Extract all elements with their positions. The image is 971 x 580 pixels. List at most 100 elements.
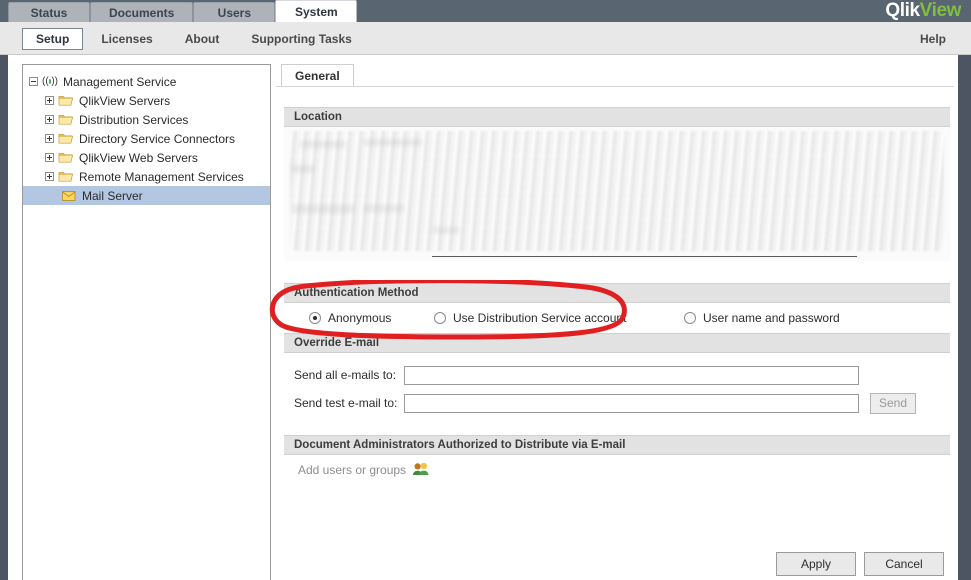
tab-general-label: General <box>295 68 340 83</box>
radio-use-distribution-service-account[interactable]: Use Distribution Service account <box>434 311 684 325</box>
send-all-emails-input[interactable] <box>404 365 859 385</box>
tab-documents-label: Documents <box>109 5 175 20</box>
subnav-item-supporting-tasks[interactable]: Supporting Tasks <box>237 28 365 50</box>
tab-system[interactable]: System <box>275 0 358 22</box>
tree-node-label: Management Service <box>63 74 177 89</box>
tree-node-label: Remote Management Services <box>79 169 244 184</box>
tab-documents[interactable]: Documents <box>90 2 194 22</box>
primary-tab-bar: Status Documents Users System QlikView <box>0 0 971 22</box>
tree-node-qlikview-servers[interactable]: QlikView Servers <box>23 91 270 110</box>
redacted-ghost-text <box>292 205 354 213</box>
send-all-emails-label: Send all e-mails to: <box>294 368 397 382</box>
override-email-title: Override E-mail <box>294 337 380 349</box>
redacted-ghost-text <box>364 205 404 212</box>
redacted-blur-overlay <box>290 131 944 251</box>
location-section-body-redacted <box>284 127 950 261</box>
send-test-email-row: Send test e-mail to: Send <box>284 389 950 417</box>
override-email-header: Override E-mail <box>284 333 950 353</box>
primary-tabs: Status Documents Users System <box>8 0 358 22</box>
location-section: Location <box>284 107 950 261</box>
subnav-item-about[interactable]: About <box>171 28 234 50</box>
document-administrators-section: Document Administrators Authorized to Di… <box>284 435 950 485</box>
radio-button-icon[interactable] <box>309 312 321 324</box>
radio-distribution-label: Use Distribution Service account <box>453 311 627 325</box>
tab-users[interactable]: Users <box>193 2 276 22</box>
send-test-email-input[interactable] <box>404 393 859 413</box>
tree-node-label: Directory Service Connectors <box>79 131 236 146</box>
tree-node-label: Mail Server <box>82 188 143 203</box>
redacted-ghost-text <box>292 165 314 173</box>
expand-toggle-icon[interactable] <box>45 172 54 181</box>
send-all-emails-row: Send all e-mails to: <box>284 361 950 389</box>
right-rail <box>958 55 971 580</box>
authentication-method-title: Authentication Method <box>294 287 419 299</box>
subnav-supporting-tasks-label: Supporting Tasks <box>251 32 352 46</box>
secondary-nav-items: Setup Licenses About Supporting Tasks <box>22 27 366 51</box>
override-email-section: Override E-mail Send all e-mails to: Sen… <box>284 333 950 427</box>
tab-status[interactable]: Status <box>8 2 90 22</box>
expand-toggle-icon[interactable] <box>45 96 54 105</box>
add-users-or-groups-row[interactable]: Add users or groups <box>284 455 950 485</box>
document-administrators-header: Document Administrators Authorized to Di… <box>284 435 950 455</box>
radio-button-icon[interactable] <box>434 312 446 324</box>
tree-node-label: QlikView Servers <box>79 93 171 108</box>
radio-username-password-label: User name and password <box>703 311 840 325</box>
folder-icon <box>58 132 74 145</box>
tree-node-remote-management-services[interactable]: Remote Management Services <box>23 167 270 186</box>
redacted-ghost-text <box>364 139 422 146</box>
left-rail <box>0 55 8 580</box>
send-button[interactable]: Send <box>870 392 916 414</box>
collapse-toggle-icon[interactable] <box>29 77 38 86</box>
qlikview-management-console: Status Documents Users System QlikView S… <box>0 0 971 580</box>
tree-node-management-service[interactable]: (()) Management Service <box>23 72 270 91</box>
radio-button-icon[interactable] <box>684 312 696 324</box>
redacted-ghost-text <box>432 227 460 233</box>
folder-icon <box>58 94 74 107</box>
apply-button[interactable]: Apply <box>776 552 856 576</box>
location-title: Location <box>294 111 342 123</box>
redacted-ghost-text <box>300 141 346 148</box>
expand-toggle-icon[interactable] <box>45 115 54 124</box>
logo-qlik-text: Qlik <box>885 0 920 21</box>
radio-user-name-and-password[interactable]: User name and password <box>684 311 840 325</box>
expand-toggle-icon[interactable] <box>45 153 54 162</box>
logo-view-text: View <box>919 0 962 21</box>
folder-icon <box>58 151 74 164</box>
tab-general[interactable]: General <box>281 64 354 86</box>
tab-underline <box>276 86 954 87</box>
tree-node-label: Distribution Services <box>79 112 189 127</box>
main-content-panel: General Location Authentication Method A… <box>276 64 954 580</box>
subnav-item-setup[interactable]: Setup <box>22 28 84 50</box>
tab-status-label: Status <box>30 5 68 20</box>
cancel-button[interactable]: Cancel <box>864 552 944 576</box>
envelope-icon <box>61 189 77 202</box>
location-field-underline <box>432 256 857 257</box>
send-test-email-label: Send test e-mail to: <box>294 396 398 410</box>
location-section-header: Location <box>284 107 950 127</box>
navigation-tree-panel: (()) Management Service QlikView Servers… <box>22 64 271 580</box>
tab-system-label: System <box>294 4 338 19</box>
expand-toggle-icon[interactable] <box>45 134 54 143</box>
tree-node-distribution-services[interactable]: Distribution Services <box>23 110 270 129</box>
tree-node-qlikview-web-servers[interactable]: QlikView Web Servers <box>23 148 270 167</box>
tab-users-label: Users <box>217 5 252 20</box>
help-link[interactable]: Help <box>920 32 946 46</box>
tree-node-directory-service-connectors[interactable]: Directory Service Connectors <box>23 129 270 148</box>
form-action-buttons: Apply Cancel <box>776 552 944 576</box>
folder-icon <box>58 170 74 183</box>
users-group-icon[interactable] <box>412 462 430 479</box>
content-tab-strip: General <box>281 64 354 86</box>
qlikview-logo: QlikView <box>885 1 961 21</box>
tree-node-mail-server[interactable]: Mail Server <box>23 186 270 205</box>
radio-anonymous[interactable]: Anonymous <box>309 311 434 325</box>
subnav-licenses-label: Licenses <box>101 32 153 46</box>
authentication-method-section: Authentication Method Anonymous Use Dist… <box>284 283 950 333</box>
subnav-setup-label: Setup <box>36 32 70 46</box>
add-users-or-groups-label: Add users or groups <box>298 463 407 477</box>
broadcast-icon: (()) <box>42 76 58 87</box>
tree-node-label: QlikView Web Servers <box>79 150 198 165</box>
subnav-item-licenses[interactable]: Licenses <box>87 28 166 50</box>
secondary-nav-bar: Setup Licenses About Supporting Tasks He… <box>0 22 971 55</box>
